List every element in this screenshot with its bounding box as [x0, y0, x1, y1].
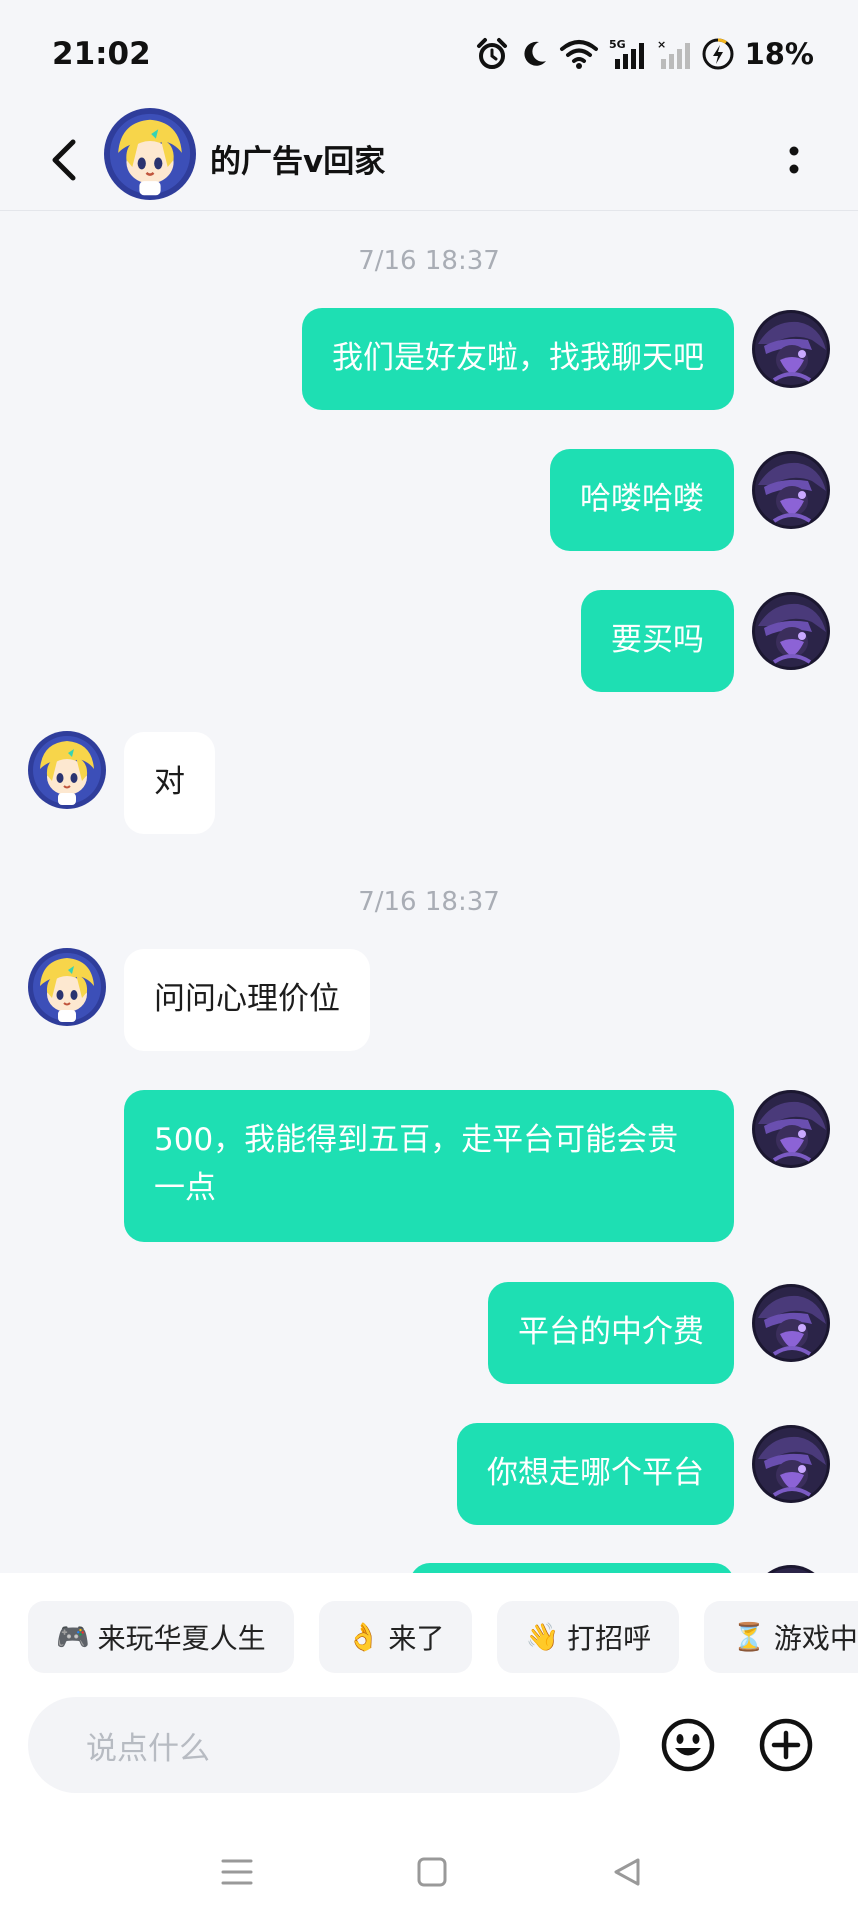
composer-panel: 🎮 来玩华夏人生 👌 来了 👋 打招呼 ⏳ 游戏中稍 说点什么 [0, 1573, 858, 1920]
quick-reply-label: 打招呼 [567, 1622, 652, 1655]
square-icon [417, 1857, 447, 1887]
quick-reply-label: 游戏中稍 [773, 1622, 858, 1655]
hamburger-icon [221, 1859, 253, 1885]
incoming-message[interactable]: 问问心理价位 [124, 949, 370, 1051]
self-avatar[interactable] [750, 1563, 832, 1573]
wifi-icon [559, 38, 599, 70]
self-avatar[interactable] [750, 1423, 832, 1505]
contact-message-avatar[interactable] [27, 947, 107, 1027]
message-timestamp: 7/16 18:37 [358, 887, 500, 917]
outgoing-message[interactable]: 500，我能得到五百，走平台可能会贵一点 [124, 1090, 734, 1242]
message-timestamp: 7/16 18:37 [358, 246, 500, 276]
message-input[interactable]: 说点什么 [28, 1697, 620, 1793]
emoji-button[interactable] [660, 1717, 716, 1773]
vertical-dots-icon [789, 146, 799, 174]
menu-nav-button[interactable] [213, 1848, 261, 1896]
quick-reply-chip[interactable]: 👌 来了 [318, 1601, 473, 1673]
outgoing-message[interactable]: 哈喽哈喽 [550, 449, 734, 551]
system-nav-bar [0, 1820, 858, 1920]
contact-avatar[interactable] [104, 108, 196, 200]
outgoing-message[interactable]: 平台的中介费 [488, 1282, 734, 1384]
quick-reply-chip[interactable]: 👋 打招呼 [497, 1601, 680, 1673]
chat-header: 的广告v回家 [0, 108, 858, 211]
signal-5g-icon: 5G [609, 37, 647, 71]
smiley-icon [661, 1718, 715, 1772]
self-avatar[interactable] [750, 590, 832, 672]
self-avatar[interactable] [750, 308, 832, 390]
signal-no-sim-icon: × [657, 37, 691, 71]
self-avatar[interactable] [750, 1282, 832, 1364]
plus-circle-icon [759, 1718, 813, 1772]
game-controller-icon: 🎮 [56, 1622, 90, 1653]
self-avatar[interactable] [750, 1088, 832, 1170]
outgoing-message[interactable]: 我们是好友啦，找我聊天吧 [302, 308, 734, 410]
chevron-left-icon [52, 139, 76, 181]
more-actions-button[interactable] [758, 1717, 814, 1773]
alarm-icon [475, 37, 509, 71]
status-time: 21:02 [52, 36, 151, 72]
back-nav-button[interactable] [603, 1848, 651, 1896]
quick-reply-chip[interactable]: 🎮 来玩华夏人生 [28, 1601, 294, 1673]
status-bar: 21:02 5G × 18% [0, 0, 858, 108]
svg-text:×: × [657, 38, 666, 51]
quick-reply-bar[interactable]: 🎮 来玩华夏人生 👌 来了 👋 打招呼 ⏳ 游戏中稍 [28, 1601, 858, 1673]
message-list[interactable]: 7/16 18:37 我们是好友啦，找我聊天吧 哈喽哈喽 要买吗 对 7/16 … [0, 211, 858, 1573]
moon-icon [519, 39, 549, 69]
home-nav-button[interactable] [408, 1848, 456, 1896]
ok-hand-icon: 👌 [346, 1622, 381, 1653]
quick-reply-label: 来了 [388, 1622, 445, 1655]
quick-reply-label: 来玩华夏人生 [97, 1622, 266, 1655]
contact-message-avatar[interactable] [27, 730, 107, 810]
triangle-back-icon [614, 1858, 640, 1886]
svg-text:5G: 5G [609, 38, 626, 51]
battery-charging-icon [701, 37, 735, 71]
outgoing-message[interactable]: 要买吗 [581, 590, 734, 692]
status-icons: 5G × 18% [475, 34, 814, 74]
back-button[interactable] [36, 132, 92, 188]
self-avatar[interactable] [750, 449, 832, 531]
chat-title: 的广告v回家 [210, 144, 386, 180]
more-options-button[interactable] [770, 132, 818, 188]
waving-hand-icon: 👋 [525, 1622, 560, 1653]
outgoing-message[interactable]: 你想走哪个平台 [457, 1423, 734, 1525]
outgoing-message-partial[interactable] [410, 1563, 734, 1573]
battery-level: 18% [744, 37, 814, 71]
quick-reply-chip[interactable]: ⏳ 游戏中稍 [704, 1601, 858, 1673]
hourglass-icon: ⏳ [732, 1622, 766, 1653]
incoming-message[interactable]: 对 [124, 732, 215, 834]
